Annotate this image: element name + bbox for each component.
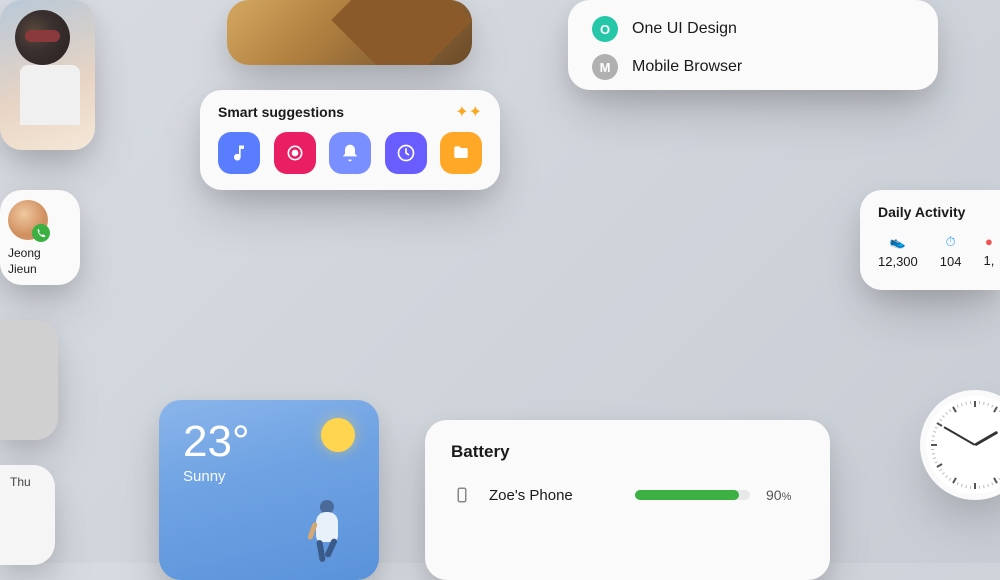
contact-name-line: Jeong bbox=[8, 246, 72, 262]
contact-widget[interactable]: Jeong Jieun bbox=[0, 190, 80, 285]
runner-illustration bbox=[306, 502, 351, 562]
unknown-widget[interactable] bbox=[0, 320, 58, 440]
camera-app-icon[interactable] bbox=[274, 132, 316, 174]
weather-widget[interactable]: 23° Sunny bbox=[159, 400, 379, 580]
steps-metric: 👟 12,300 bbox=[878, 234, 918, 269]
food-photo-widget[interactable] bbox=[227, 0, 472, 65]
clock-app-icon[interactable] bbox=[385, 132, 427, 174]
widget-title: Battery bbox=[451, 442, 804, 462]
steps-icon: 👟 bbox=[890, 234, 906, 250]
forecast-day: Thu bbox=[10, 475, 45, 489]
weather-condition: Sunny bbox=[183, 468, 355, 485]
extra-metric: ● 1, bbox=[983, 234, 994, 269]
phone-badge-icon bbox=[32, 224, 50, 242]
battery-percent: 90% bbox=[766, 487, 804, 503]
music-app-icon[interactable] bbox=[218, 132, 260, 174]
clock-face bbox=[926, 396, 1000, 494]
app-letter-icon: M bbox=[592, 54, 618, 80]
list-item[interactable]: M Mobile Browser bbox=[592, 48, 914, 86]
browser-list-widget[interactable]: O One UI Design M Mobile Browser bbox=[568, 0, 938, 90]
contact-name-line: Jieun bbox=[8, 262, 72, 278]
photo-content bbox=[25, 30, 60, 42]
minutes-metric: ⏱ 104 bbox=[940, 234, 962, 269]
folder-app-icon[interactable] bbox=[440, 132, 482, 174]
smart-suggestions-widget[interactable]: Smart suggestions ✦✦ bbox=[200, 90, 500, 190]
widget-title: Smart suggestions bbox=[218, 104, 344, 120]
photo-widget[interactable] bbox=[0, 0, 95, 150]
sparkle-icon: ✦✦ bbox=[455, 102, 482, 122]
app-letter-icon: O bbox=[592, 16, 618, 42]
list-item-label: Mobile Browser bbox=[632, 58, 742, 76]
list-item-label: One UI Design bbox=[632, 20, 737, 38]
widget-title: Daily Activity bbox=[878, 204, 982, 220]
battery-widget[interactable]: Battery Zoe's Phone 90% bbox=[425, 420, 830, 580]
battery-bar bbox=[635, 490, 750, 500]
list-item[interactable]: O One UI Design bbox=[592, 10, 914, 48]
analog-clock-widget[interactable] bbox=[920, 390, 1000, 500]
clock-hour-hand bbox=[974, 431, 998, 447]
device-name: Zoe's Phone bbox=[489, 487, 619, 504]
clock-minute-hand bbox=[943, 426, 975, 446]
phone-icon bbox=[451, 484, 473, 506]
bell-app-icon[interactable] bbox=[329, 132, 371, 174]
avatar bbox=[8, 200, 48, 240]
forecast-widget[interactable]: Thu bbox=[0, 465, 55, 565]
time-icon: ⏱ bbox=[946, 234, 956, 250]
cal-icon: ● bbox=[985, 234, 993, 249]
battery-fill bbox=[635, 490, 739, 500]
sun-icon bbox=[321, 418, 355, 452]
daily-activity-widget[interactable]: Daily Activity 👟 12,300 ⏱ 104 ● 1, bbox=[860, 190, 1000, 290]
